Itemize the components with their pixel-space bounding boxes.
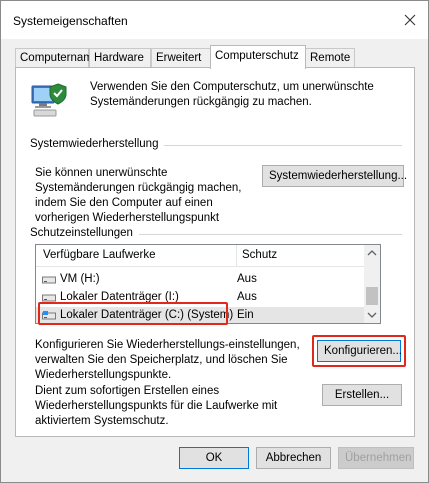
scroll-down-icon[interactable] — [364, 307, 380, 323]
column-separator — [236, 245, 237, 267]
scroll-thumb[interactable] — [366, 287, 378, 305]
protection-group-label: Schutzeinstellungen — [30, 227, 139, 239]
tab-computername[interactable]: Computername — [15, 48, 99, 68]
tab-erweitert[interactable]: Erweitert — [151, 48, 211, 68]
tab-computerschutz[interactable]: Computerschutz — [210, 45, 306, 69]
computerschutz-panel: Verwenden Sie den Computerschutz, um une… — [15, 67, 415, 437]
drive-icon — [42, 275, 56, 288]
drive-row-h[interactable]: VM (H:) Aus — [36, 271, 366, 289]
tab-remote[interactable]: Remote — [305, 48, 355, 68]
drive-name: VM (H:) — [60, 273, 100, 285]
scroll-up-icon[interactable] — [364, 245, 380, 261]
list-header: Verfügbare Laufwerke Schutz — [36, 245, 380, 267]
configure-description: Konfigurieren Sie Wiederherstellungs-ein… — [35, 339, 300, 381]
system-protection-icon — [30, 80, 70, 120]
apply-button[interactable]: Übernehmen — [338, 447, 414, 469]
title-bar[interactable]: Systemeigenschaften — [1, 1, 428, 39]
ok-button[interactable]: OK — [179, 447, 249, 469]
drive-state: Aus — [237, 273, 257, 285]
drive-list-scrollbar[interactable] — [364, 245, 380, 323]
tab-strip: Computername Hardware Erweitert Computer… — [15, 45, 415, 69]
restore-group-label: Systemwiederherstellung — [30, 138, 165, 150]
create-button[interactable]: Erstellen... — [322, 384, 402, 406]
tab-hardware[interactable]: Hardware — [89, 48, 151, 68]
column-header-protection[interactable]: Schutz — [242, 249, 277, 261]
system-restore-button[interactable]: Systemwiederherstellung... — [262, 165, 407, 187]
create-description: Dient zum sofortigen Erstellen eines Wie… — [35, 385, 278, 427]
system-properties-window: Systemeigenschaften Computername Hardwar… — [0, 0, 429, 483]
close-icon[interactable] — [404, 14, 416, 26]
highlight-configure-button — [312, 335, 406, 367]
window-title: Systemeigenschaften — [13, 14, 128, 28]
cancel-button[interactable]: Abbrechen — [256, 447, 331, 469]
highlight-system-drive — [38, 302, 228, 325]
intro-text: Verwenden Sie den Computerschutz, um une… — [90, 81, 374, 108]
drive-state: Aus — [237, 291, 257, 303]
column-header-drives[interactable]: Verfügbare Laufwerke — [43, 249, 156, 261]
drive-state: Ein — [237, 309, 254, 321]
